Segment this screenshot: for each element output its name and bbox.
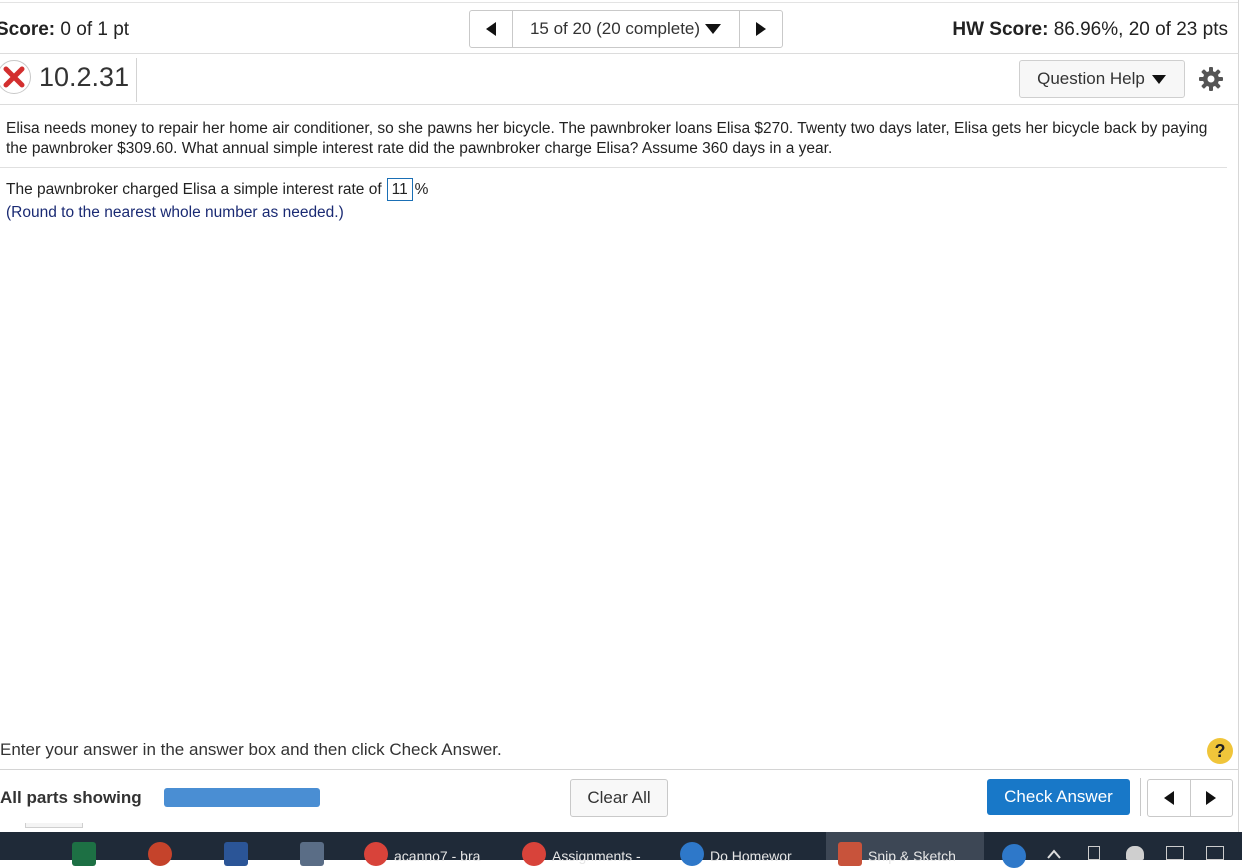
triangle-left-icon	[486, 22, 496, 36]
taskbar-chrome-2[interactable]: Assignments -	[522, 832, 641, 866]
taskbar-label: Do Homewor	[710, 848, 792, 864]
clear-all-button[interactable]: Clear All	[570, 779, 668, 817]
caret-down-icon	[1151, 74, 1166, 84]
bottom-navigator	[1147, 779, 1233, 817]
pearson-icon	[680, 842, 704, 866]
answer-suffix: %	[414, 180, 429, 198]
taskbar-label: acanno7 - bra	[394, 848, 481, 864]
parts-progress-bar	[164, 788, 320, 807]
answer-input[interactable]: 11	[386, 178, 413, 201]
excel-icon	[72, 842, 96, 866]
triangle-right-icon	[756, 22, 766, 36]
question-navigator: 15 of 20 (20 complete)	[469, 10, 783, 48]
question-header: 10.2.31 Question Help	[0, 54, 1238, 105]
question-text: Elisa needs money to repair her home air…	[6, 120, 1208, 157]
question-help-button[interactable]: Question Help	[1019, 60, 1185, 98]
settings-gear-icon[interactable]	[1198, 66, 1224, 92]
question-divider	[0, 167, 1227, 168]
triangle-right-icon	[1206, 791, 1217, 805]
all-parts-label: All parts showing	[0, 788, 142, 807]
taskbar-label: Snip & Sketch	[868, 848, 956, 864]
bottom-divider	[1140, 778, 1141, 816]
word-icon	[224, 842, 248, 866]
taskbar-pearson[interactable]: Do Homewor	[680, 832, 792, 866]
snip-sketch-icon	[838, 842, 862, 866]
windows-taskbar: acanno7 - bra Assignments - Do Homewor S…	[0, 832, 1242, 868]
incorrect-x-icon	[0, 60, 31, 94]
chrome-icon	[364, 842, 388, 866]
question-number: 10.2.31	[39, 62, 130, 92]
help-question-icon[interactable]: ?	[1207, 738, 1233, 764]
bottom-toolbar: All parts showing Clear All Check Answer	[0, 769, 1238, 824]
taskbar-calculator[interactable]	[300, 832, 324, 866]
chevron-up-icon[interactable]	[1046, 846, 1062, 860]
next-question-button[interactable]	[739, 11, 782, 47]
calculator-icon	[300, 842, 324, 866]
taskbar-snip-sketch[interactable]: Snip & Sketch	[826, 832, 984, 866]
check-answer-button[interactable]: Check Answer	[987, 779, 1130, 815]
onedrive-icon[interactable]	[1126, 846, 1144, 860]
next-button[interactable]	[1191, 780, 1233, 816]
triangle-left-icon	[1163, 791, 1174, 805]
score-label: Score:	[0, 19, 56, 40]
question-list-dropdown[interactable]: 15 of 20 (20 complete)	[513, 11, 739, 47]
caret-down-icon	[705, 24, 722, 34]
battery-icon[interactable]	[1088, 846, 1100, 860]
answer-prefix: The pawnbroker charged Elisa a simple in…	[6, 180, 382, 198]
notification-icon[interactable]	[1206, 846, 1224, 860]
score-value: 0 of 1 pt	[60, 19, 130, 40]
hw-score-label: HW Score:	[952, 19, 1049, 40]
chrome-icon	[522, 842, 546, 866]
hw-score-value: 86.96%, 20 of 23 pts	[1053, 19, 1228, 40]
previous-question-button[interactable]	[470, 11, 513, 47]
question-help-label: Question Help	[1037, 69, 1145, 88]
homework-player: Score: 0 of 1 pt 15 of 20 (20 complete) …	[0, 0, 1239, 832]
powerpoint-icon	[148, 842, 172, 866]
score-bar: Score: 0 of 1 pt 15 of 20 (20 complete) …	[0, 3, 1238, 54]
taskbar-chrome-1[interactable]: acanno7 - bra	[364, 832, 480, 866]
taskbar-powerpoint[interactable]	[148, 832, 172, 866]
instruction-text: Enter your answer in the answer box and …	[0, 740, 502, 759]
scroll-tab	[25, 823, 83, 828]
previous-button[interactable]	[1148, 780, 1191, 816]
question-position: 15 of 20 (20 complete)	[529, 19, 701, 38]
taskbar-word[interactable]	[224, 832, 248, 866]
question-score: Score: 0 of 1 pt	[0, 19, 129, 41]
homework-score: HW Score: 86.96%, 20 of 23 pts	[952, 19, 1228, 41]
taskbar-excel[interactable]	[72, 832, 96, 866]
help-tray-icon[interactable]	[1002, 844, 1026, 868]
rounding-hint: (Round to the nearest whole number as ne…	[6, 204, 344, 221]
network-icon[interactable]	[1166, 846, 1184, 860]
taskbar-label: Assignments -	[552, 848, 641, 864]
header-divider	[136, 58, 137, 102]
answer-statement: The pawnbroker charged Elisa a simple in…	[6, 178, 428, 201]
